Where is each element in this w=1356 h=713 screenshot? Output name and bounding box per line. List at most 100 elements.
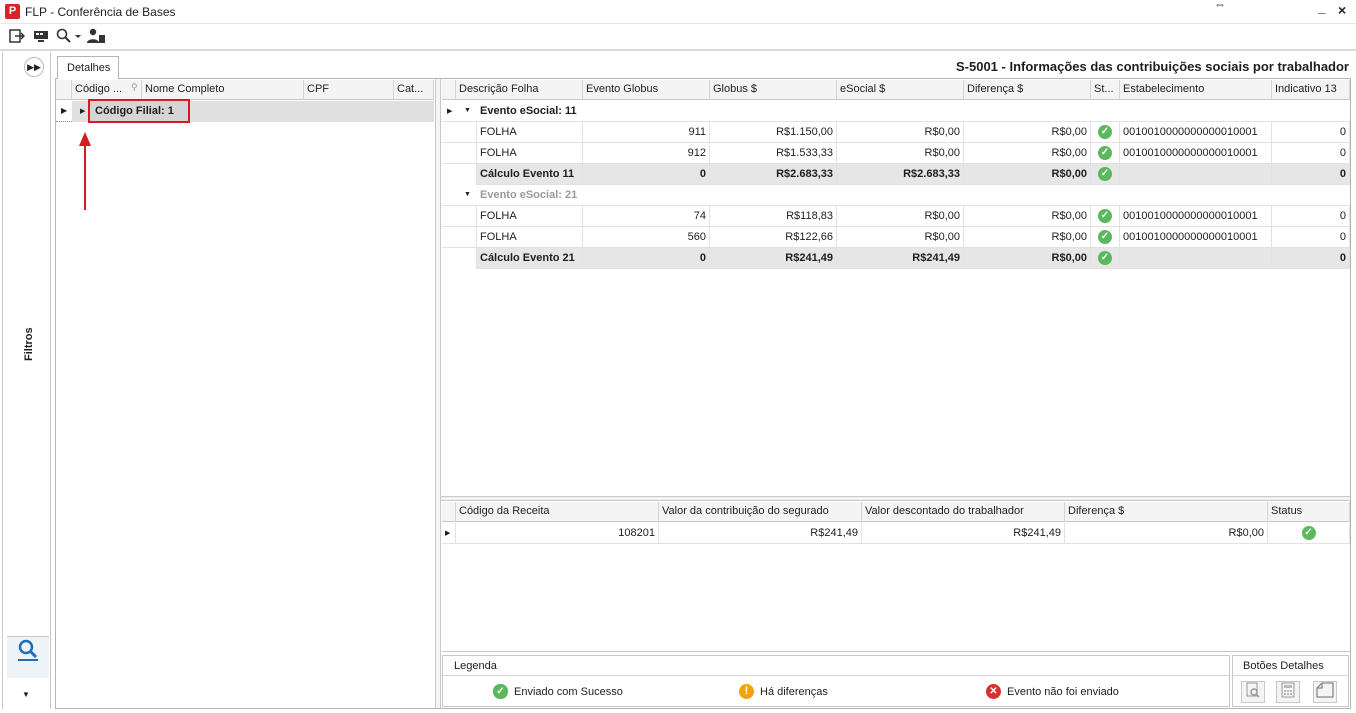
window-title: FLP - Conferência de Bases xyxy=(25,5,176,19)
cell-esocial: R$0,00 xyxy=(837,227,964,248)
cell-descricao: FOLHA xyxy=(477,143,583,164)
user-icon[interactable] xyxy=(87,28,105,46)
column-header-status[interactable]: St... xyxy=(1091,80,1120,100)
cell-descricao: FOLHA xyxy=(477,122,583,143)
search-user-icon[interactable] xyxy=(7,636,49,678)
preview-icon[interactable] xyxy=(1241,681,1265,703)
column-header-nome[interactable]: Nome Completo xyxy=(142,80,304,100)
column-header-estabelecimento[interactable]: Estabelecimento xyxy=(1120,80,1272,100)
cell-esocial: R$0,00 xyxy=(837,122,964,143)
employee-grid-header: Código ... ⚲ Nome Completo CPF Cat... xyxy=(56,80,434,100)
cell-evento: 0 xyxy=(583,164,710,185)
filters-label[interactable]: Filtros xyxy=(23,327,35,361)
events-grid: Descrição Folha Evento Globus Globus $ e… xyxy=(442,80,1350,494)
search-dropdown-icon[interactable] xyxy=(55,28,83,46)
cell-diferenca: R$0,00 xyxy=(964,122,1091,143)
table-row[interactable]: FOLHA 911 R$1.150,00 R$0,00 R$0,00 ✓ 001… xyxy=(442,122,1350,143)
collapse-group-icon[interactable]: ▼ xyxy=(464,107,471,114)
cell-globus: R$1.533,33 xyxy=(710,143,837,164)
toolbar xyxy=(0,24,1356,51)
column-header-indicativo[interactable]: Indicativo 13 xyxy=(1272,80,1350,100)
column-header-globus[interactable]: Globus $ xyxy=(710,80,837,100)
revenue-grid-header: Código da Receita Valor da contribuição … xyxy=(442,502,1350,522)
chevron-down-icon[interactable]: ▼ xyxy=(22,690,30,699)
column-header-evento-globus[interactable]: Evento Globus xyxy=(583,80,710,100)
group-label: Evento eSocial: 21 xyxy=(480,189,578,201)
resize-arrows-icon: ⇔ xyxy=(1214,0,1226,11)
cell-indicativo: 0 xyxy=(1272,206,1350,227)
cell-status: ✓ xyxy=(1091,122,1120,143)
close-button[interactable]: × xyxy=(1338,2,1346,18)
legend-panel: Legenda ✓ Enviado com Sucesso ! Há difer… xyxy=(442,655,1230,707)
cell-status: ✓ xyxy=(1268,523,1350,544)
horizontal-splitter[interactable] xyxy=(441,496,1350,501)
group-row[interactable]: ▶ ▼ Evento eSocial: 11 xyxy=(442,101,1350,122)
cell-esocial: R$241,49 xyxy=(837,248,964,269)
title-bar: P FLP - Conferência de Bases ⇔ _ × xyxy=(0,0,1356,24)
cell-evento: 912 xyxy=(583,143,710,164)
check-icon: ✓ xyxy=(1098,167,1112,181)
check-icon: ✓ xyxy=(1098,146,1112,160)
cell-esocial: R$2.683,33 xyxy=(837,164,964,185)
column-header-status[interactable]: Status xyxy=(1268,502,1350,522)
legend-item-not-sent: ✕ Evento não foi enviado xyxy=(986,684,1119,699)
calculator-icon[interactable] xyxy=(1276,681,1300,703)
cell-globus: R$122,66 xyxy=(710,227,837,248)
minimize-button[interactable]: _ xyxy=(1318,0,1326,15)
cell-evento: 0 xyxy=(583,248,710,269)
column-header-valor-contribuicao[interactable]: Valor da contribuição do segurado xyxy=(659,502,862,522)
annotation-arrow-icon xyxy=(79,132,91,210)
column-header-valor-descontado[interactable]: Valor descontado do trabalhador xyxy=(862,502,1065,522)
row-indicator-icon: ▶ xyxy=(61,106,68,115)
column-header-codigo-receita[interactable]: Código da Receita xyxy=(456,502,659,522)
legend-title: Legenda xyxy=(443,656,1229,676)
collapse-group-icon[interactable]: ▼ xyxy=(464,191,471,198)
table-row[interactable]: FOLHA 74 R$118,83 R$0,00 R$0,00 ✓ 001001… xyxy=(442,206,1350,227)
expand-group-icon[interactable]: ▶ xyxy=(80,107,85,115)
row-indicator-icon: ▶ xyxy=(442,523,456,544)
check-icon: ✓ xyxy=(1301,526,1316,540)
events-grid-header: Descrição Folha Evento Globus Globus $ e… xyxy=(442,80,1350,100)
cell-estabelecimento: 0010010000000000010001 xyxy=(1120,206,1272,227)
total-row[interactable]: Cálculo Evento 11 0 R$2.683,33 R$2.683,3… xyxy=(442,164,1350,185)
revenue-grid: Código da Receita Valor da contribuição … xyxy=(442,502,1350,652)
row-indicator-header xyxy=(56,80,72,100)
cell-estabelecimento: 0010010000000000010001 xyxy=(1120,122,1272,143)
column-header-diferenca[interactable]: Diferença $ xyxy=(1065,502,1268,522)
total-row[interactable]: Cálculo Evento 21 0 R$241,49 R$241,49 R$… xyxy=(442,248,1350,269)
cell-status: ✓ xyxy=(1091,227,1120,248)
cell-diferenca: R$0,00 xyxy=(964,248,1091,269)
screen-icon[interactable] xyxy=(32,28,50,46)
column-header-cpf[interactable]: CPF xyxy=(304,80,394,100)
cell-esocial: R$0,00 xyxy=(837,143,964,164)
column-header-diferenca[interactable]: Diferença $ xyxy=(964,80,1091,100)
cell-descricao: Cálculo Evento 21 xyxy=(477,248,583,269)
tab-detalhes[interactable]: Detalhes xyxy=(57,56,119,79)
group-label: Evento eSocial: 11 xyxy=(480,105,577,117)
cell-descricao: FOLHA xyxy=(477,227,583,248)
cell-status: ✓ xyxy=(1091,206,1120,227)
detail-buttons-panel: Botões Detalhes xyxy=(1232,655,1349,707)
table-row[interactable]: FOLHA 560 R$122,66 R$0,00 R$0,00 ✓ 00100… xyxy=(442,227,1350,248)
check-icon: ✓ xyxy=(493,684,508,699)
table-row[interactable]: FOLHA 912 R$1.533,33 R$0,00 R$0,00 ✓ 001… xyxy=(442,143,1350,164)
detail-buttons-title: Botões Detalhes xyxy=(1233,656,1348,676)
exit-icon[interactable] xyxy=(8,28,26,46)
document-icon[interactable] xyxy=(1313,681,1337,703)
cell-globus: R$2.683,33 xyxy=(710,164,837,185)
error-icon: ✕ xyxy=(986,684,1001,699)
group-row[interactable]: ▶ ▶ Código Filial: 1 xyxy=(56,99,434,123)
cell-codigo-receita: 108201 xyxy=(456,523,659,544)
vertical-splitter[interactable] xyxy=(435,79,441,708)
column-header-esocial[interactable]: eSocial $ xyxy=(837,80,964,100)
expand-sidebar-button[interactable]: ▶▶ xyxy=(24,57,44,77)
table-row[interactable]: ▶ 108201 R$241,49 R$241,49 R$0,00 ✓ xyxy=(442,523,1350,544)
group-row[interactable]: ▼ Evento eSocial: 21 xyxy=(442,185,1350,206)
filter-icon[interactable]: ⚲ xyxy=(131,82,138,93)
cell-estabelecimento: 0010010000000000010001 xyxy=(1120,143,1272,164)
cell-indicativo: 0 xyxy=(1272,164,1350,185)
column-header-descricao[interactable]: Descrição Folha xyxy=(456,80,583,100)
cell-valor-descontado: R$241,49 xyxy=(862,523,1065,544)
cell-indicativo: 0 xyxy=(1272,248,1350,269)
column-header-categoria[interactable]: Cat... xyxy=(394,80,434,100)
